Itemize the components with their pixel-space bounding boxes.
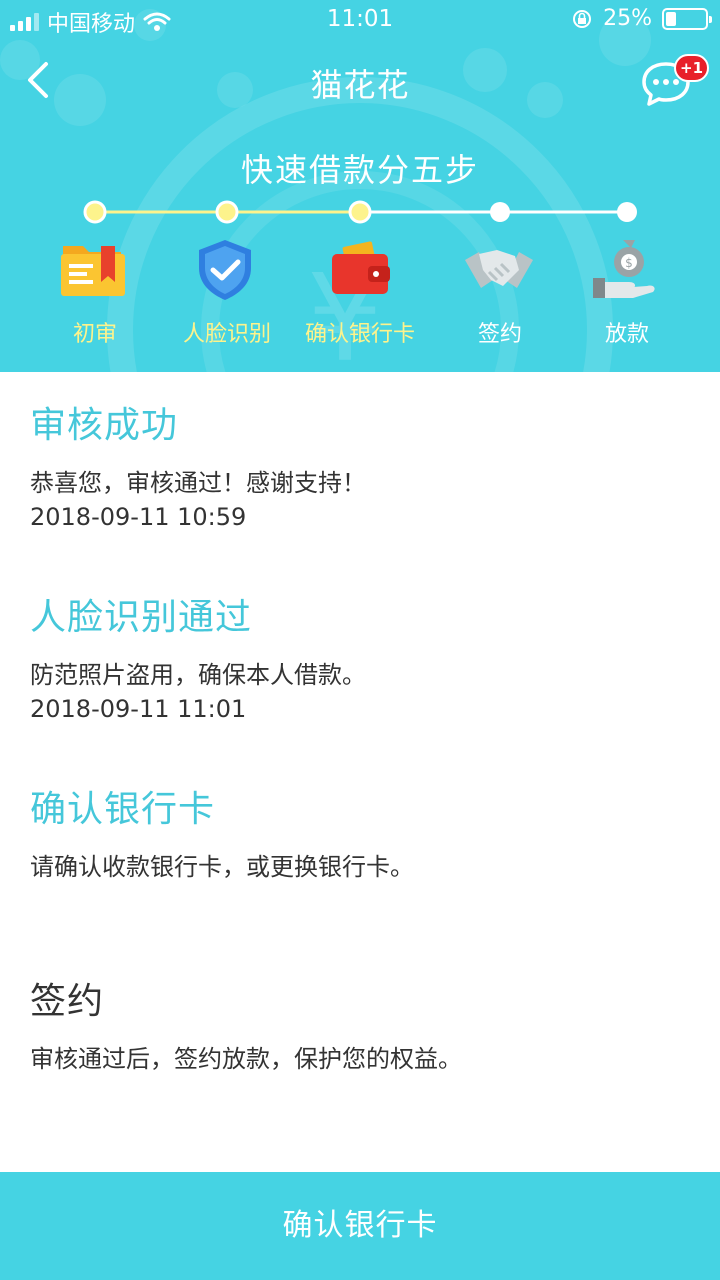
- step-dot-2: [215, 200, 239, 224]
- battery-fill: [666, 11, 676, 26]
- battery-percent: 25%: [603, 6, 652, 31]
- section-title: 人脸识别通过: [30, 597, 253, 638]
- section-confirm-bank-card: 确认银行卡 请确认收款银行卡，或更换银行卡。: [30, 788, 690, 884]
- svg-text:$: $: [625, 256, 633, 270]
- shield-check-icon: [199, 240, 251, 300]
- navigation-bar: 猫花花 +1: [0, 46, 720, 116]
- section-title: 确认银行卡: [30, 789, 216, 830]
- section-review-success: 审核成功 恭喜您，审核通过！感谢支持！ 2018-09-11 10:59: [30, 404, 690, 534]
- section-timestamp: 2018-09-11 11:01: [30, 695, 247, 723]
- step-label-5: 放款: [604, 322, 649, 347]
- section-title: 签约: [30, 981, 105, 1022]
- wallet-icon: [332, 241, 390, 294]
- step-dot-1: [83, 200, 107, 224]
- handshake-icon: [465, 250, 533, 288]
- page-title: 猫花花: [310, 66, 410, 104]
- folder-bookmark-icon: [61, 246, 125, 296]
- section-description: 审核通过后，签约放款，保护您的权益。: [30, 1045, 462, 1073]
- step-dot-5: [617, 202, 637, 222]
- section-description: 请确认收款银行卡，或更换银行卡。: [30, 853, 414, 881]
- step-dot-3: [348, 200, 372, 224]
- steps-progress-track: [83, 200, 637, 224]
- step-label-3: 确认银行卡: [304, 322, 415, 347]
- header-banner: ¥ 中国移动 11:01 25% 猫花花 +1 快速借款分五步 $ 初审 人脸识…: [0, 0, 720, 372]
- money-bag-hand-icon: $: [593, 240, 655, 298]
- status-right: 25%: [571, 6, 712, 31]
- section-sign-contract: 签约 审核通过后，签约放款，保护您的权益。: [30, 980, 690, 1076]
- section-face-recognition: 人脸识别通过 防范照片盗用，确保本人借款。 2018-09-11 11:01: [30, 596, 690, 726]
- section-description: 恭喜您，审核通过！感谢支持！: [30, 469, 366, 497]
- section-timestamp: 2018-09-11 10:59: [30, 503, 247, 531]
- step-dot-4: [490, 202, 510, 222]
- message-badge: +1: [674, 54, 710, 82]
- battery-icon: [662, 7, 712, 30]
- steps-title: 快速借款分五步: [240, 151, 479, 189]
- section-title: 审核成功: [30, 405, 179, 446]
- rotation-lock-icon: [573, 9, 592, 28]
- confirm-bank-card-button[interactable]: 确认银行卡: [0, 1172, 720, 1280]
- section-description: 防范照片盗用，确保本人借款。: [30, 661, 366, 689]
- status-bar: 中国移动 11:01 25%: [0, 0, 720, 40]
